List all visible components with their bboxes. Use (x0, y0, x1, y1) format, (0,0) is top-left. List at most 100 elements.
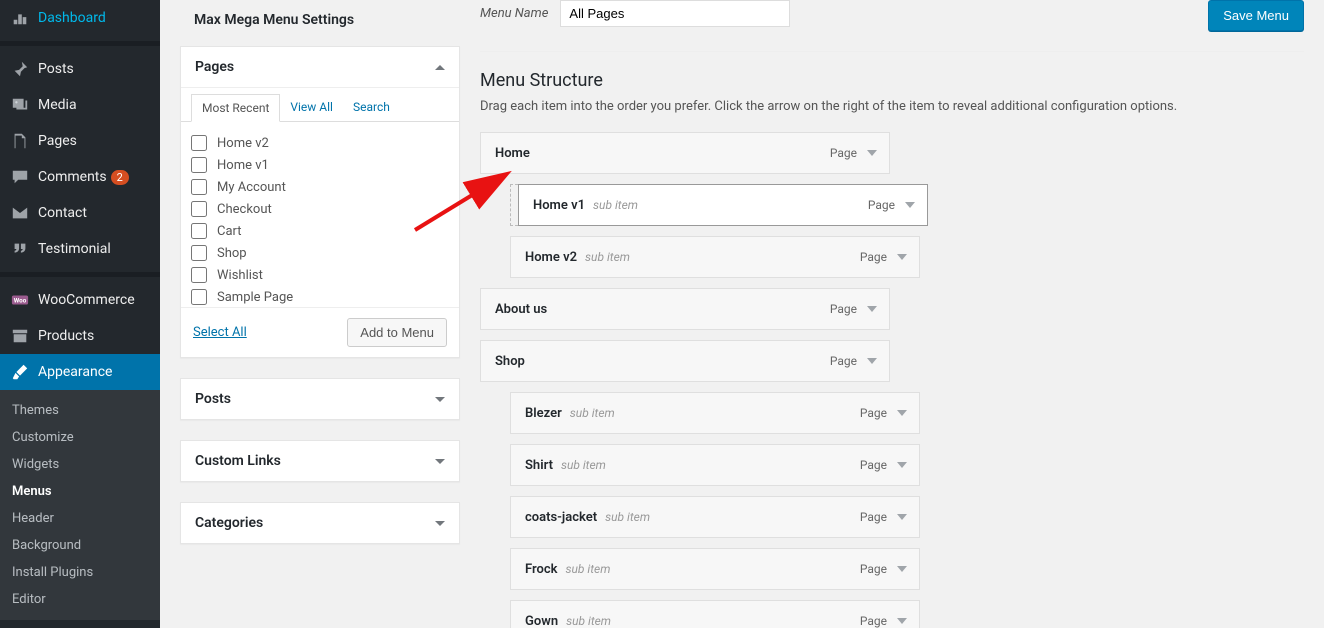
pages-checklist[interactable]: Home v2 Home v1 My Account Checkout CartShop… (181, 122, 459, 307)
page-label: Checkout (217, 202, 272, 217)
page-checkbox[interactable] (191, 157, 207, 173)
menu-item[interactable]: About us Page (480, 288, 890, 330)
menu-item-toggle[interactable]: Page (860, 458, 907, 472)
menu-item-toggle[interactable]: Page (860, 562, 907, 576)
menu-item[interactable]: Frocksub itemPage (510, 548, 920, 590)
submenu-item-editor[interactable]: Editor (0, 586, 160, 613)
page-checkbox-row[interactable]: Home v2 (191, 132, 449, 154)
page-checkbox[interactable] (191, 245, 207, 261)
menu-item[interactable]: ShopPage (480, 340, 890, 382)
sidebar-item-products[interactable]: Products (0, 318, 160, 354)
page-checkbox-row[interactable]: Cart (191, 220, 449, 242)
accordion-posts[interactable]: Posts (181, 379, 459, 419)
sub-item-label: sub item (570, 406, 615, 420)
page-checkbox-row[interactable]: Wishlist (191, 264, 449, 286)
menu-name-input[interactable] (560, 0, 790, 27)
sidebar-item-label: Appearance (38, 364, 112, 380)
page-checkbox-row[interactable]: Home v1 (191, 154, 449, 176)
menu-item-toggle[interactable]: Page (830, 354, 877, 368)
sidebar-item-dashboard[interactable]: Dashboard (0, 0, 160, 36)
page-checkbox-row[interactable]: Checkout (191, 198, 449, 220)
page-checkbox[interactable] (191, 223, 207, 239)
chevron-down-icon (897, 618, 907, 624)
submenu-item-widgets[interactable]: Widgets (0, 451, 160, 478)
quote-icon (10, 239, 30, 259)
chevron-down-icon (897, 462, 907, 468)
page-checkbox[interactable] (191, 267, 207, 283)
menu-item-name: Frock (525, 562, 557, 577)
page-checkbox[interactable] (191, 135, 207, 151)
menu-item-name: Blezer (525, 406, 562, 421)
submenu-item-install-plugins[interactable]: Install Plugins (0, 559, 160, 586)
menu-item-name: Home v1 (533, 198, 585, 213)
chevron-down-icon (897, 514, 907, 520)
comment-icon (10, 167, 30, 187)
chevron-down-icon (897, 254, 907, 260)
menu-item-toggle[interactable]: Page (830, 302, 877, 316)
submenu-item-menus[interactable]: Menus (0, 478, 160, 505)
sidebar-item-testimonial[interactable]: Testimonial (0, 231, 160, 267)
sidebar-item-label: Dashboard (38, 10, 106, 26)
menu-item-toggle[interactable]: Page (860, 250, 907, 264)
menu-item-toggle[interactable]: Page (830, 146, 877, 160)
menu-item-name: About us (495, 302, 547, 317)
menu-item[interactable]: HomePage (480, 132, 890, 174)
menu-item[interactable]: Home v1 sub item Page (518, 184, 928, 226)
menu-item[interactable]: Gownsub itemPage (510, 600, 920, 628)
submenu-item-customize[interactable]: Customize (0, 424, 160, 451)
tab-most-recent[interactable]: Most Recent (191, 94, 280, 122)
sidebar-item-label: Posts (38, 61, 74, 77)
tab-search[interactable]: Search (343, 94, 400, 121)
page-checkbox[interactable] (191, 179, 207, 195)
page-checkbox-row[interactable]: Sample Page (191, 286, 449, 307)
appearance-submenu: ThemesCustomizeWidgetsMenusHeaderBackgro… (0, 390, 160, 620)
menu-item-type: Page (868, 198, 895, 212)
accordion-custom-links[interactable]: Custom Links (181, 441, 459, 481)
menu-item-name: Home v2 (525, 250, 577, 265)
sidebar-item-pages[interactable]: Pages (0, 123, 160, 159)
menu-item-toggle[interactable]: Page (868, 198, 915, 212)
page-icon (10, 131, 30, 151)
sidebar-item-media[interactable]: Media (0, 87, 160, 123)
menu-item[interactable]: coats-jacketsub itemPage (510, 496, 920, 538)
page-label: Sample Page (217, 290, 293, 305)
page-checkbox-row[interactable]: My Account (191, 176, 449, 198)
menu-item-toggle[interactable]: Page (860, 510, 907, 524)
menu-item[interactable]: Blezer sub item Page (510, 392, 920, 434)
save-menu-button[interactable]: Save Menu (1208, 0, 1304, 31)
sidebar-item-woocommerce[interactable]: WooWooCommerce (0, 282, 160, 318)
pin-icon (10, 59, 30, 79)
sub-item-label: sub item (605, 510, 650, 524)
menu-item-toggle[interactable]: Page (860, 406, 907, 420)
sidebar-item-posts[interactable]: Posts (0, 51, 160, 87)
page-label: Home v2 (217, 136, 269, 151)
select-all-link[interactable]: Select All (193, 325, 247, 340)
tab-view-all[interactable]: View All (280, 94, 343, 121)
sidebar-item-appearance[interactable]: Appearance (0, 354, 160, 390)
menu-item-type: Page (830, 354, 857, 368)
add-to-menu-button[interactable]: Add to Menu (347, 318, 447, 347)
accordion-mega-menu[interactable]: Max Mega Menu Settings (180, 0, 460, 40)
sub-item-label: sub item (593, 198, 638, 212)
accordion-pages[interactable]: Pages (181, 47, 459, 88)
sidebar-item-contact[interactable]: Contact (0, 195, 160, 231)
sidebar-item-label: Pages (38, 133, 77, 149)
sidebar-item-comments[interactable]: Comments2 (0, 159, 160, 195)
page-checkbox-row[interactable]: Shop (191, 242, 449, 264)
chevron-down-icon (867, 150, 877, 156)
page-label: Home v1 (217, 158, 269, 173)
woo-icon: Woo (10, 290, 30, 310)
page-checkbox[interactable] (191, 289, 207, 305)
menu-item[interactable]: Shirtsub itemPage (510, 444, 920, 486)
pages-tabs: Most Recent View All Search (181, 94, 459, 122)
accordion-categories[interactable]: Categories (181, 503, 459, 543)
submenu-item-header[interactable]: Header (0, 505, 160, 532)
sub-item-label: sub item (566, 614, 611, 628)
menu-structure-heading: Menu Structure (480, 70, 1304, 91)
menu-item[interactable]: Home v2sub itemPage (510, 236, 920, 278)
archive-icon (10, 326, 30, 346)
submenu-item-background[interactable]: Background (0, 532, 160, 559)
menu-item-toggle[interactable]: Page (860, 614, 907, 628)
submenu-item-themes[interactable]: Themes (0, 397, 160, 424)
page-checkbox[interactable] (191, 201, 207, 217)
